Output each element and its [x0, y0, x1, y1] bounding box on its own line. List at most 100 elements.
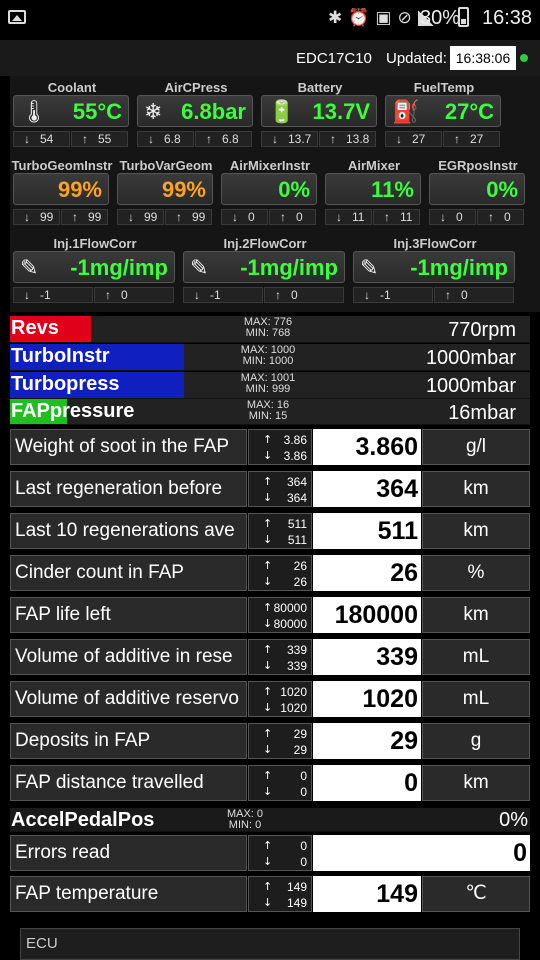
- param-value: 29: [313, 723, 421, 759]
- gauge-gauges3-2[interactable]: Inj.3FlowCorr ✎ -1mg/imp ↓ -1 ↑ 0: [350, 232, 520, 312]
- gauge-max-value: 11: [400, 210, 413, 224]
- param-row[interactable]: Last 10 regenerations ave ↑ 511 ↓ 511 511 km: [10, 511, 530, 551]
- param-minmax: ↑ 364 ↓ 364: [248, 471, 312, 507]
- gauge-gauges2-4[interactable]: EGRposInstr 0% ↓ 0 ↑ 0: [426, 154, 540, 232]
- ecu-footer[interactable]: ECU: [20, 928, 520, 960]
- param-name: Last regeneration before: [10, 471, 247, 507]
- down-arrow-icon: ↓: [272, 132, 278, 146]
- param-max: 29: [293, 727, 307, 741]
- param-row[interactable]: FAP distance travelled ↑ 0 ↓ 0 0 km: [10, 763, 530, 803]
- gauge-value: 11%: [371, 177, 414, 202]
- gauge-row-1: Coolant 🌡 55°C ↓ 54 ↑ 55 AirCPress ❄ 6.8bar ↓ 6.8 ↑ 6…: [10, 76, 540, 154]
- bar-fappressure[interactable]: FAPpressure MAX: 16 MIN: 15 16mbar: [10, 399, 530, 425]
- alarm-icon: ⏰: [348, 8, 370, 28]
- gauge-value: 0%: [486, 177, 518, 202]
- gauge-gauges1-3[interactable]: FuelTemp ⛽ 27°C ↓ 27 ↑ 27: [382, 76, 540, 154]
- down-arrow-icon: ↓: [263, 855, 273, 868]
- gauge-button[interactable]: 0%: [221, 173, 317, 205]
- gauge-gauges3-0[interactable]: Inj.1FlowCorr ✎ -1mg/imp ↓ -1 ↑ 0: [10, 232, 180, 312]
- param-value: 3.860: [313, 429, 421, 465]
- bar-turbopress[interactable]: Turbopress MAX: 1001 MIN: 999 1000mbar: [10, 372, 530, 399]
- gauge-min: ↓ 6.8: [137, 131, 194, 147]
- connection-indicator: [520, 54, 528, 62]
- gauge-button[interactable]: 🌡 55°C: [13, 95, 129, 127]
- gauge-button[interactable]: ✎ -1mg/imp: [183, 251, 345, 283]
- down-arrow-icon: ↓: [263, 575, 273, 588]
- down-arrow-icon: ↓: [194, 288, 200, 302]
- param-max: 149: [286, 880, 307, 894]
- param-minmax: ↑ 0 ↓ 0: [248, 835, 312, 871]
- param-min: 149: [286, 896, 307, 910]
- gauge-min: ↓ 0: [429, 209, 476, 225]
- down-arrow-icon: ↓: [24, 210, 30, 224]
- bar-revs[interactable]: Revs MAX: 776 MIN: 768 770rpm: [10, 316, 530, 343]
- injector-icon: ✎: [360, 256, 379, 281]
- gauge-value: 99%: [57, 177, 102, 202]
- gauge-button[interactable]: ✎ -1mg/imp: [13, 251, 175, 283]
- up-arrow-icon: ↑: [176, 210, 182, 224]
- param-minmax: ↑ 149 ↓ 149: [248, 876, 312, 912]
- param-unit: km: [422, 765, 530, 801]
- injector-icon: ✎: [20, 256, 39, 281]
- dnd-icon: ⊘: [397, 8, 412, 28]
- down-arrow-icon: ↓: [263, 449, 273, 462]
- param-max: 80000: [273, 601, 307, 615]
- bar-accelpedalpos[interactable]: AccelPedalPos MAX: 0 MIN: 0 0%: [10, 808, 530, 832]
- up-arrow-icon: ↑: [263, 839, 273, 852]
- gauge-button[interactable]: 0%: [429, 173, 525, 205]
- gauge-min-value: -1: [40, 288, 51, 302]
- gauge-min-value: 11: [352, 210, 365, 224]
- param-row[interactable]: Deposits in FAP ↑ 29 ↓ 29 29 g: [10, 721, 530, 761]
- param-row[interactable]: Last regeneration before ↑ 364 ↓ 364 364 km: [10, 469, 530, 509]
- param-min: 29: [293, 743, 307, 757]
- param-row[interactable]: Weight of soot in the FAP ↑ 3.86 ↓ 3.86 3.860…: [10, 427, 530, 467]
- param-name: Cinder count in FAP: [10, 555, 247, 591]
- param-min: 511: [287, 533, 307, 547]
- param-name: Last 10 regenerations ave: [10, 513, 247, 549]
- bar-min: MIN: 0: [228, 819, 262, 831]
- gauge-button[interactable]: 99%: [117, 173, 213, 205]
- param-row[interactable]: Cinder count in FAP ↑ 26 ↓ 26 26%: [10, 553, 530, 593]
- gauge-button[interactable]: ❄ 6.8bar: [137, 95, 253, 127]
- gauge-max-value: 0: [296, 210, 303, 224]
- bar-value: 0%: [499, 809, 528, 831]
- param-name: Volume of additive reservo: [10, 681, 247, 717]
- param-minmax: ↑ 1020 ↓ 1020: [248, 681, 312, 717]
- gauge-button[interactable]: 🔋 13.7V: [261, 95, 377, 127]
- bar-turboinstr[interactable]: TurboInstr MAX: 1000 MIN: 1000 1000mbar: [10, 344, 530, 371]
- param-max: 0: [300, 769, 307, 783]
- param-row-errors[interactable]: Errors read ↑ 0 ↓ 0 0: [10, 833, 530, 873]
- gauge-min: ↓ 54: [13, 131, 70, 147]
- param-minmax: ↑ 3.86 ↓ 3.86: [248, 429, 312, 465]
- bar-value: 1000mbar: [425, 375, 516, 397]
- gauge-button[interactable]: 99%: [13, 173, 109, 205]
- down-arrow-icon: ↓: [24, 288, 30, 302]
- gauge-label: TurboVarGeom: [119, 158, 213, 173]
- gauge-label: Inj.1FlowCorr: [53, 236, 137, 251]
- down-arrow-icon: ↓: [263, 785, 273, 798]
- gauge-max-value: 99: [88, 210, 102, 224]
- gauge-button[interactable]: ✎ -1mg/imp: [353, 251, 515, 283]
- gauge-gauges3-1[interactable]: Inj.2FlowCorr ✎ -1mg/imp ↓ -1 ↑ 0: [180, 232, 350, 312]
- up-arrow-icon: ↑: [445, 288, 451, 302]
- param-minmax: ↑ 339 ↓ 339: [248, 639, 312, 675]
- bluetooth-icon: ✱: [328, 8, 343, 28]
- param-row-fap-temperature[interactable]: FAP temperature ↑ 149 ↓ 149 149 ℃: [10, 874, 530, 914]
- gauge-value: 55°C: [72, 99, 122, 124]
- param-row[interactable]: FAP life left ↑ 80000 ↓ 80000 180000 km: [10, 595, 530, 635]
- gauge-button[interactable]: 11%: [325, 173, 421, 205]
- param-row[interactable]: Volume of additive in rese ↑ 339 ↓ 339 339 mL: [10, 637, 530, 677]
- gauge-value: 0%: [278, 177, 310, 202]
- param-row[interactable]: Volume of additive reservo ↑ 1020 ↓ 1020 1020…: [10, 679, 530, 719]
- gauge-max-value: 0: [291, 288, 298, 302]
- param-min: 0: [300, 785, 307, 799]
- gauge-label: FuelTemp: [413, 80, 475, 95]
- gauge-min-value: 27: [412, 132, 426, 146]
- gauge-max: ↑ 0: [434, 287, 514, 303]
- param-value: 26: [313, 555, 421, 591]
- param-value: 339: [313, 639, 421, 675]
- gauge-min: ↓ 0: [221, 209, 268, 225]
- gauge-button[interactable]: ⛽ 27°C: [385, 95, 501, 127]
- up-arrow-icon: ↑: [206, 132, 212, 146]
- param-name: Errors read: [10, 835, 247, 871]
